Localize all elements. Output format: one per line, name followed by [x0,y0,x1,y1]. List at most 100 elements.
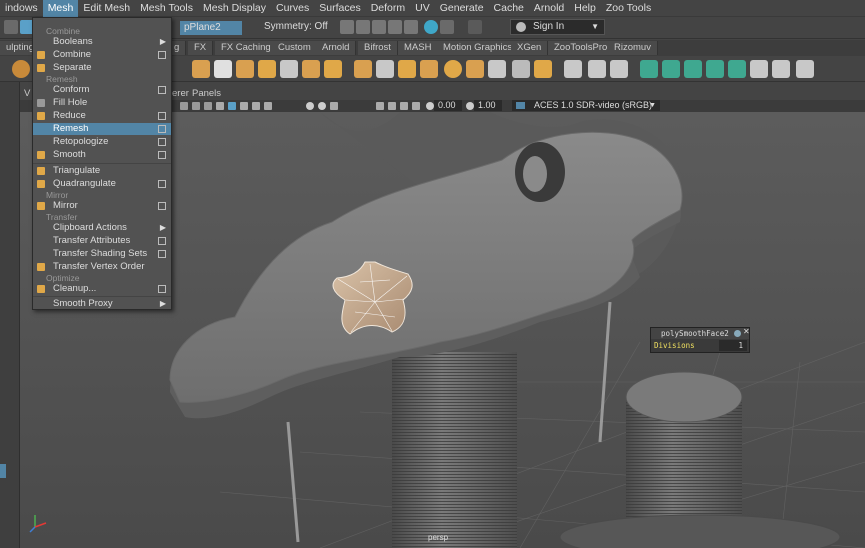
menu-item-combine[interactable]: Combine [33,49,171,61]
textured-icon[interactable] [240,102,248,110]
shelf-tool-icon[interactable] [302,60,320,78]
option-box-icon[interactable] [158,202,166,210]
menu-curves[interactable]: Curves [271,0,314,17]
sculpt-tool-icon[interactable] [12,60,30,78]
panel-menu-panels[interactable]: Panels [192,88,221,99]
gamma-field[interactable]: 1.00 [474,100,502,111]
option-box-icon[interactable] [158,237,166,245]
film-gate-icon[interactable] [204,102,212,110]
option-box-icon[interactable] [158,285,166,293]
node-float-panel[interactable]: polySmoothFace2 ✕ Divisions 1 [650,327,750,353]
shelf-tool-icon[interactable] [750,60,768,78]
tab-mash[interactable]: MASH [398,41,439,55]
shelf-tool-icon[interactable] [444,60,462,78]
shelf-tool-icon[interactable] [588,60,606,78]
panel-menu-renderer[interactable]: erer [172,88,189,99]
snap-grid-icon[interactable] [340,20,354,34]
menu-item-separate[interactable]: Separate [33,62,171,74]
xray-joints-icon[interactable] [400,102,408,110]
tab-motion-graphics[interactable]: Motion Graphics [437,41,520,55]
gamma-icon[interactable] [466,102,474,110]
menu-item-transfer-attributes[interactable]: Transfer Attributes [33,235,171,247]
menu-item-mirror[interactable]: Mirror [33,200,171,212]
menu-item-quadrangulate[interactable]: Quadrangulate [33,178,171,190]
xray-icon[interactable] [388,102,396,110]
menu-edit-mesh[interactable]: Edit Mesh [78,0,135,17]
menu-windows[interactable]: indows [0,0,43,17]
shelf-tool-icon[interactable] [376,60,394,78]
tab-fx-caching[interactable]: FX Caching [215,41,278,55]
menu-item-booleans[interactable]: Booleans ▶ [33,36,171,48]
symmetry-dropdown[interactable]: Symmetry: Off [264,21,328,32]
panel-menu-view[interactable]: V [24,88,30,99]
render-icon[interactable] [424,20,438,34]
menu-arnold[interactable]: Arnold [529,0,569,17]
shelf-tool-icon[interactable] [662,60,680,78]
shadows-icon[interactable] [264,102,272,110]
ssao-icon[interactable] [306,102,314,110]
close-icon[interactable]: ✕ [743,327,750,336]
menu-item-transfer-vertex-order[interactable]: Transfer Vertex Order [33,261,171,273]
snap-view-icon[interactable] [388,20,402,34]
tab-bifrost[interactable]: Bifrost [358,41,398,55]
pause-icon[interactable] [468,20,482,34]
option-box-icon[interactable] [158,86,166,94]
menu-uv[interactable]: UV [410,0,435,17]
isolate-icon[interactable] [376,102,384,110]
shelf-tool-icon[interactable] [772,60,790,78]
shelf-tool-icon[interactable] [354,60,372,78]
menu-item-retopologize[interactable]: Retopologize [33,136,171,148]
shelf-tool-icon[interactable] [466,60,484,78]
sign-in-dropdown[interactable]: Sign In ▼ [510,19,605,35]
menu-item-remesh[interactable]: Remesh [33,123,171,135]
tab-zootoolspro[interactable]: ZooToolsPro [548,41,615,55]
menu-item-fill-hole[interactable]: Fill Hole [33,97,171,109]
aa-icon[interactable] [330,102,338,110]
shelf-tool-icon[interactable] [512,60,530,78]
menu-item-clipboard-actions[interactable]: Clipboard Actions ▶ [33,222,171,234]
shelf-tool-icon[interactable] [610,60,628,78]
shelf-tool-icon[interactable] [640,60,658,78]
menu-item-conform[interactable]: Conform [33,84,171,96]
shelf-tool-icon[interactable] [706,60,724,78]
ipr-render-icon[interactable] [440,20,454,34]
exposure-icon[interactable] [426,102,434,110]
menu-item-transfer-shading-sets[interactable]: Transfer Shading Sets [33,248,171,260]
menu-item-cleanup[interactable]: Cleanup... [33,283,171,295]
lights-icon[interactable] [252,102,260,110]
camera-icon[interactable] [180,102,188,110]
shelf-tool-icon[interactable] [258,60,276,78]
menu-generate[interactable]: Generate [435,0,489,17]
menu-deform[interactable]: Deform [366,0,410,17]
tab-custom[interactable]: Custom [272,41,318,55]
shelf-tool-icon[interactable] [236,60,254,78]
object-name-field[interactable]: pPlane2 [180,21,242,35]
shelf-tool-icon[interactable] [398,60,416,78]
shelf-tool-icon[interactable] [214,60,232,78]
tab-xgen[interactable]: XGen [511,41,549,55]
menu-cache[interactable]: Cache [489,0,529,17]
option-box-icon[interactable] [158,250,166,258]
menu-mesh[interactable]: Mesh [42,0,79,17]
option-box-icon[interactable] [158,138,166,146]
wireframe-icon[interactable] [216,102,224,110]
menu-surfaces[interactable]: Surfaces [314,0,365,17]
tab-rizomuv[interactable]: Rizomuv [608,41,658,55]
menu-mesh-display[interactable]: Mesh Display [198,0,271,17]
divisions-field[interactable]: 1 [719,340,747,351]
menu-mesh-tools[interactable]: Mesh Tools [135,0,198,17]
option-box-icon[interactable] [158,151,166,159]
tab-arnold[interactable]: Arnold [316,41,357,55]
menu-zoo-tools[interactable]: Zoo Tools [601,0,656,17]
shelf-tool-icon[interactable] [728,60,746,78]
option-box-icon[interactable] [158,51,166,59]
colorspace-dropdown[interactable]: ACES 1.0 SDR-video (sRGB) ▼ [512,100,660,111]
option-box-icon[interactable] [158,125,166,133]
option-box-icon[interactable] [158,180,166,188]
grid-icon[interactable] [192,102,200,110]
shelf-tool-icon[interactable] [192,60,210,78]
tab-fx[interactable]: FX [188,41,214,55]
shelf-tool-icon[interactable] [684,60,702,78]
menu-item-triangulate[interactable]: Triangulate [33,165,171,177]
menu-item-smooth-proxy[interactable]: Smooth Proxy ▶ [33,298,171,310]
